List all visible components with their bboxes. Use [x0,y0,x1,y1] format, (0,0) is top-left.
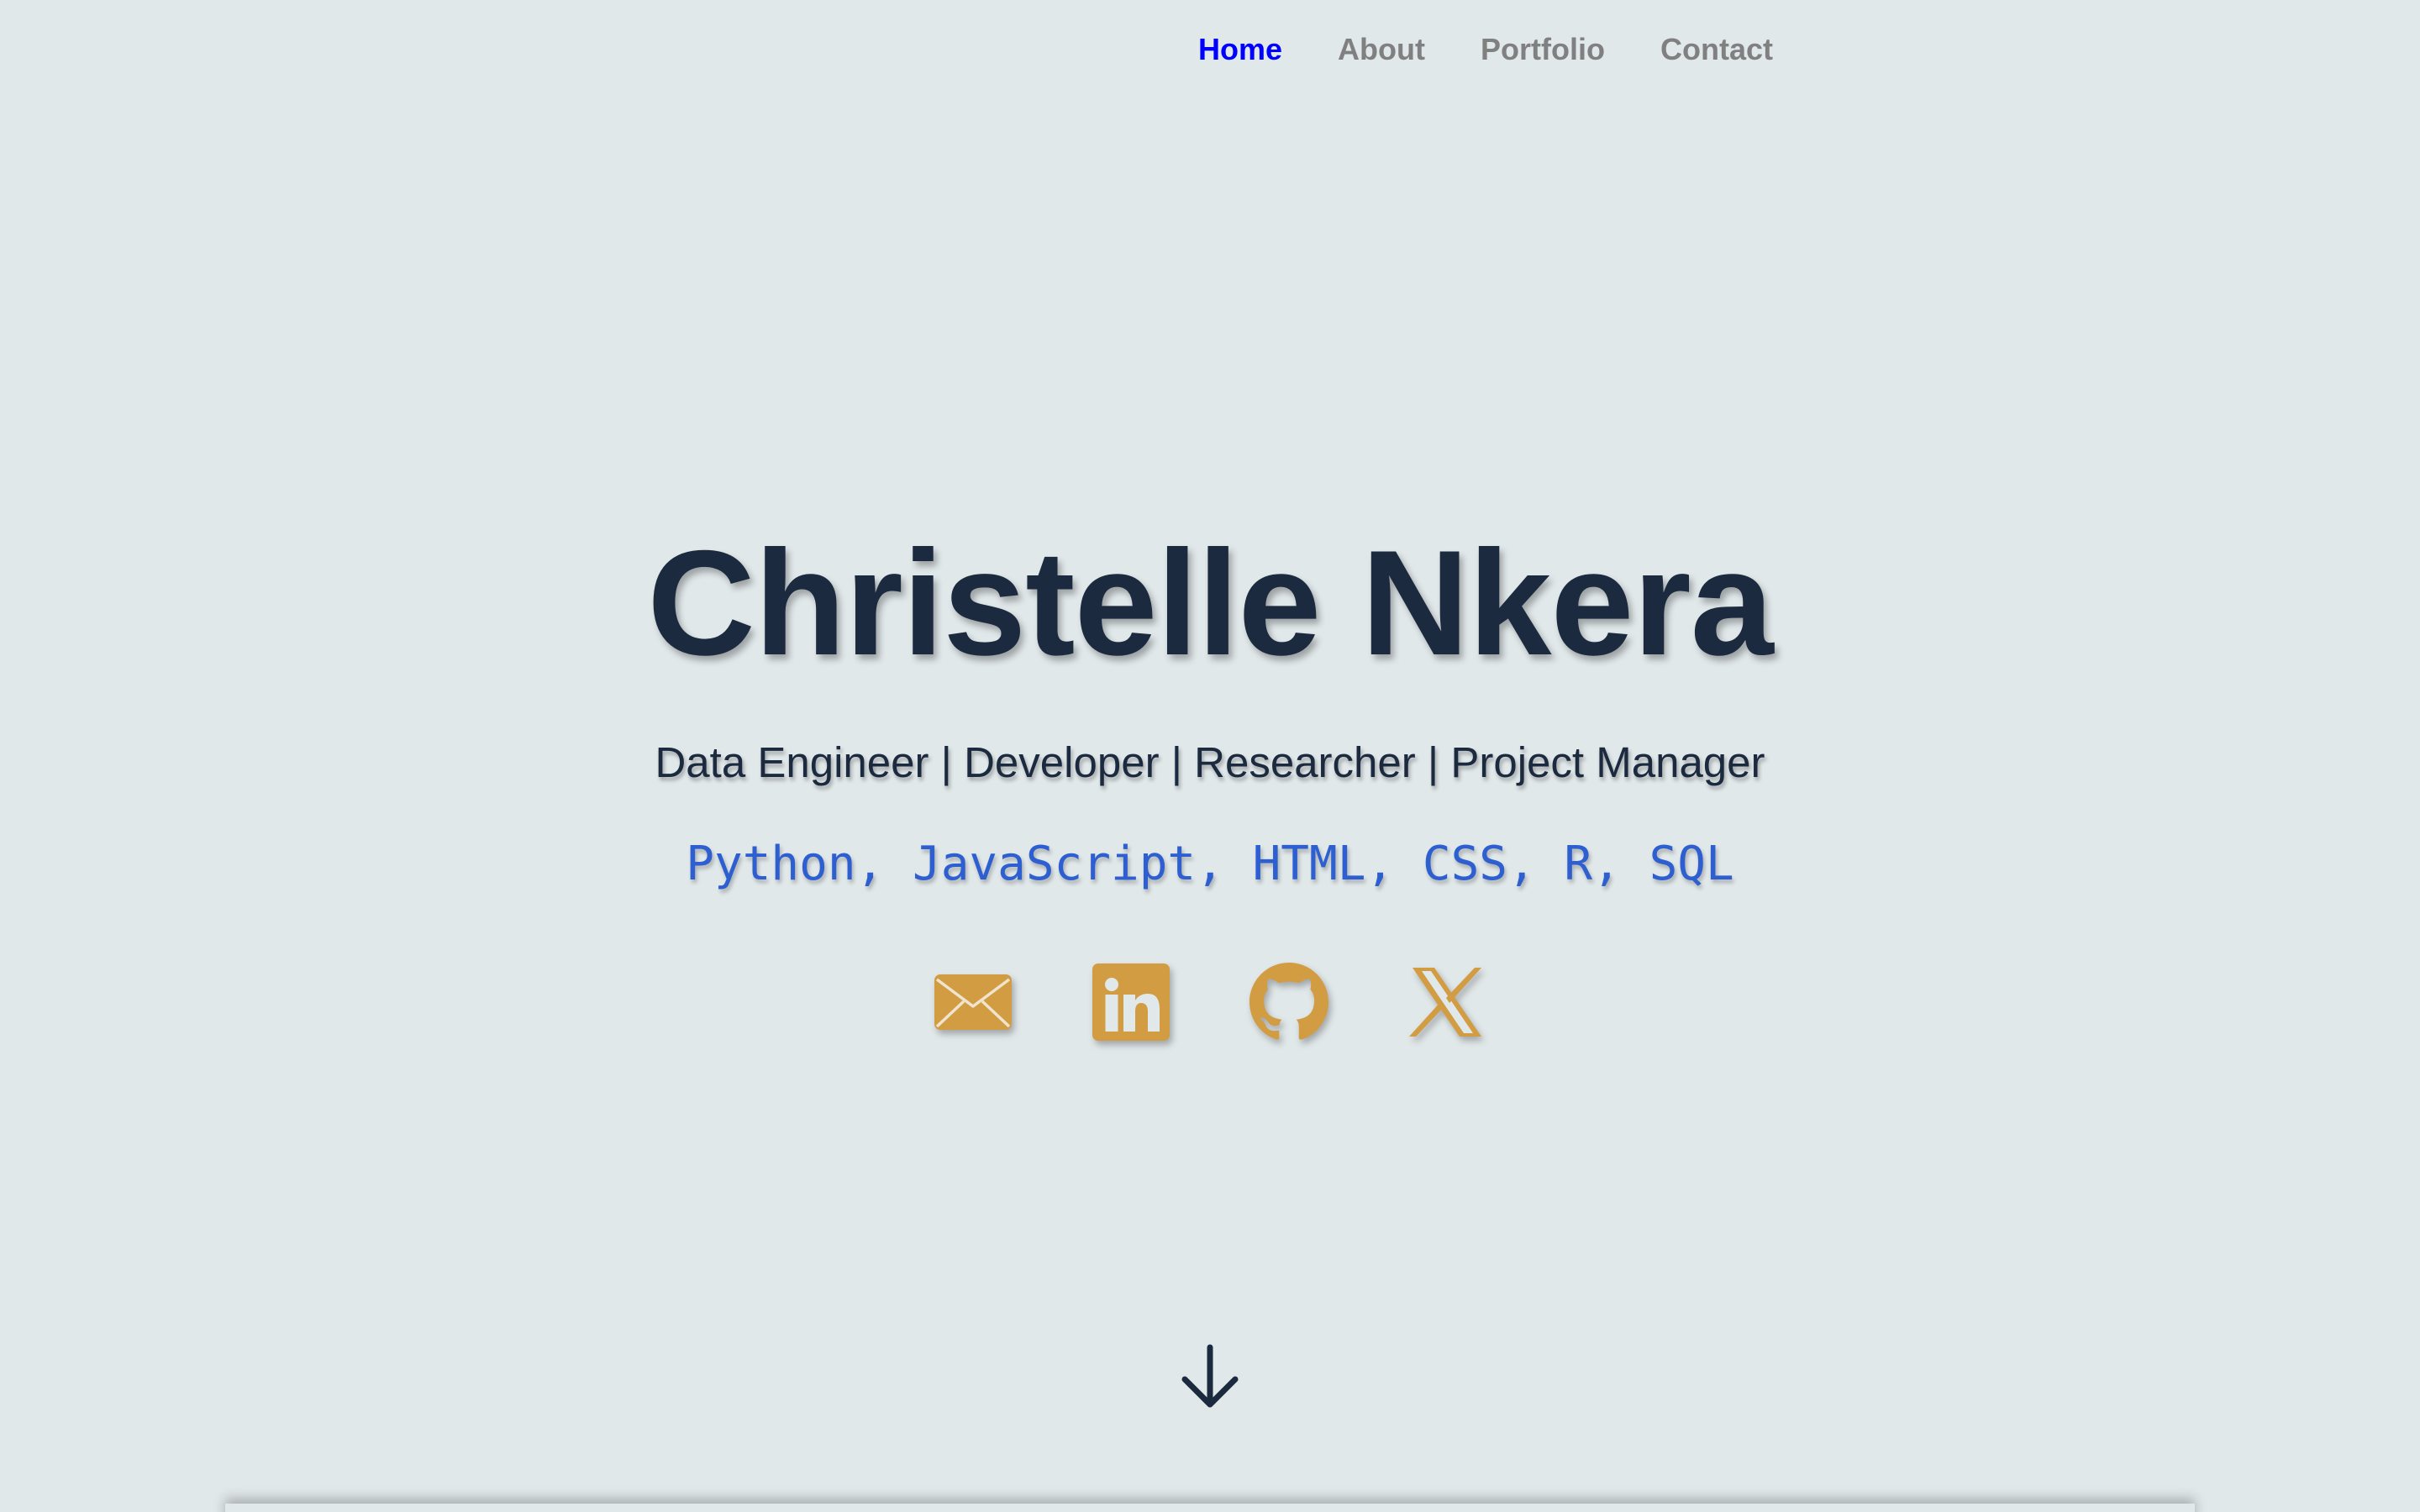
top-nav: Home About Portfolio Contact [1198,32,1773,67]
hero-roles: Data Engineer | Developer | Researcher |… [655,738,1765,786]
nav-portfolio-link[interactable]: Portfolio [1481,32,1605,67]
next-section-edge [225,1504,2195,1512]
nav-home-link[interactable]: Home [1198,32,1282,67]
github-link[interactable] [1249,963,1328,1042]
social-links [934,963,1486,1042]
nav-contact-link[interactable]: Contact [1660,32,1773,67]
page: Home About Portfolio Contact Christelle … [0,0,2420,1512]
x-link[interactable] [1407,963,1486,1042]
x-icon [1409,968,1481,1037]
hero-skills: Python, JavaScript, HTML, CSS, R, SQL [686,837,1734,891]
nav-about-link[interactable]: About [1338,32,1425,67]
linkedin-link[interactable] [1092,963,1171,1042]
github-icon [1249,963,1328,1040]
scroll-down-arrow-icon[interactable] [1180,1344,1240,1408]
email-icon [934,974,1012,1030]
linkedin-icon [1092,963,1170,1041]
hero-name: Christelle Nkera [647,519,1773,686]
email-link[interactable] [934,963,1013,1042]
